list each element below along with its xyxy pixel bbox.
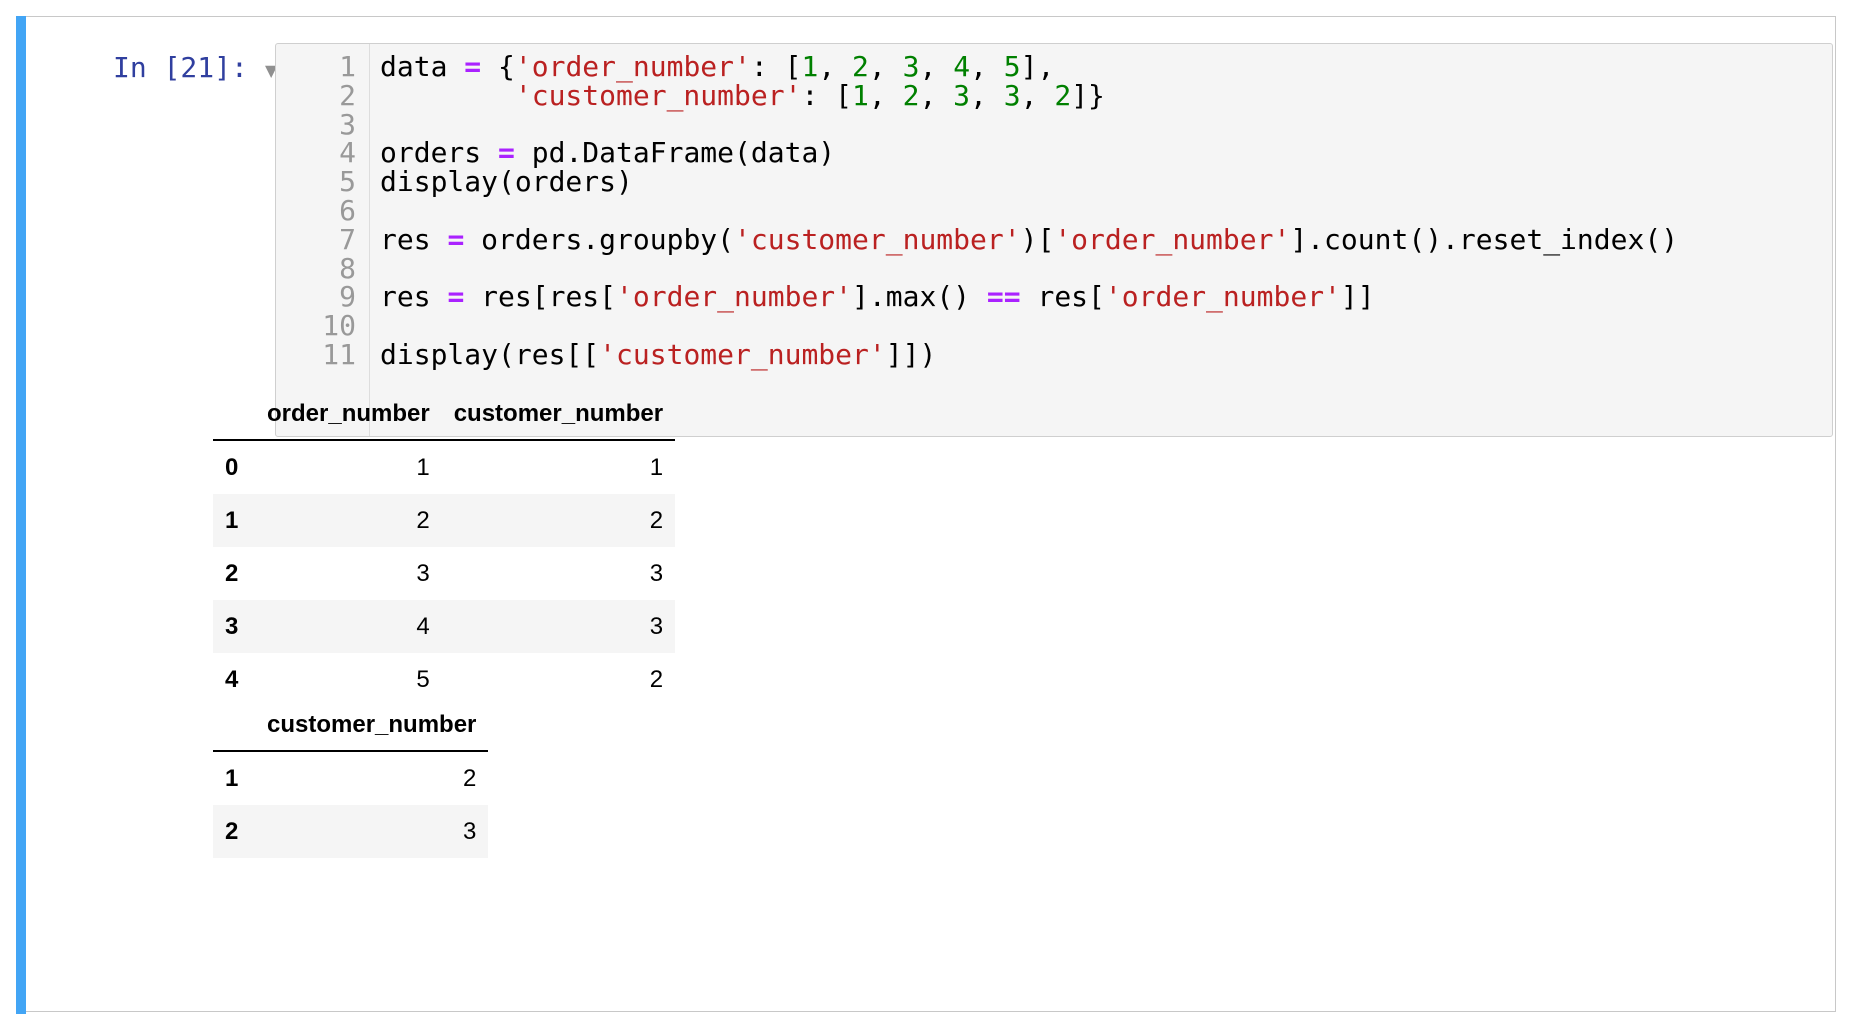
row-index: 3: [225, 612, 239, 640]
code-token: res[res[: [464, 280, 617, 314]
code-token: 'customer_number': [599, 338, 886, 371]
code-token: ].max(): [852, 280, 987, 314]
row-index: 0: [225, 453, 239, 481]
code-token: orders.groupby(: [464, 222, 735, 256]
code-token: : [: [801, 78, 853, 112]
code-token: ,: [919, 78, 954, 112]
column-header: order_number: [255, 389, 442, 441]
code-editor[interactable]: 1 data = {'order_number': [1, 2, 3, 4, 5]…: [275, 43, 1833, 437]
code-token: 'customer_number': [734, 222, 1021, 256]
code-token: 3: [1003, 78, 1021, 112]
code-token: )[: [1020, 222, 1055, 256]
code-token: ]]): [885, 338, 937, 371]
line-code: res = orders.groupby('customer_number')[…: [380, 223, 1678, 257]
code-token: ,: [1020, 78, 1055, 112]
table-cell: 2: [649, 506, 664, 534]
code-token: 'order_number': [1104, 280, 1341, 314]
code-token: ]]: [1340, 280, 1375, 314]
table-row: 3 4 3: [213, 600, 676, 653]
index-header: [213, 389, 255, 441]
row-index: 2: [225, 559, 239, 587]
code-token: 2: [902, 78, 920, 112]
code-token: display(res[[: [380, 338, 600, 371]
row-index: 1: [225, 506, 239, 534]
code-token: 2: [1054, 78, 1072, 112]
code-token: =: [447, 222, 465, 256]
table-cell: 4: [416, 612, 430, 640]
code-token: ].count().reset_index(): [1290, 222, 1679, 256]
table-row: 4 5 2: [213, 653, 675, 706]
output-dataframe-orders: order_number customer_number 011122233343…: [213, 389, 676, 706]
row-index: 4: [225, 665, 239, 693]
output-dataframe-result: customer_number 1223: [213, 700, 489, 858]
code-token: ]}: [1071, 78, 1105, 112]
line-code: display(orders): [380, 165, 633, 199]
cell-selection-indicator: [16, 16, 26, 1014]
code-token: ,: [868, 78, 903, 112]
code-token: ==: [986, 280, 1021, 314]
table-cell: 5: [416, 665, 430, 693]
table-row: 12: [213, 751, 488, 805]
table-cell: 3: [463, 817, 477, 845]
line-code: display(res[['customer_number']]): [380, 338, 936, 372]
table-row: 1 2 2: [213, 494, 676, 547]
table-cell: 3: [649, 559, 664, 587]
table-row: 23: [213, 805, 489, 858]
code-token: display(orders): [380, 165, 633, 199]
code-token: 1: [852, 78, 869, 112]
table-cell: 3: [416, 559, 430, 587]
line-code: res = res[res['order_number'].max() == r…: [380, 280, 1375, 314]
row-index: 2: [225, 817, 239, 845]
row-index: 1: [225, 764, 239, 792]
table-cell: 2: [416, 506, 430, 534]
code-token: ,: [970, 78, 1004, 112]
table-header-row: customer_number: [213, 700, 489, 752]
input-prompt: In [21]:: [113, 51, 248, 84]
table-cell: 1: [416, 453, 430, 481]
line-number: 11: [322, 338, 356, 371]
table-row: 2 3 3: [213, 547, 675, 600]
notebook-cell[interactable]: In [21]: ▼ 1 data = {'order_number': [1, …: [16, 16, 1836, 1014]
table-row: 0 1 1: [213, 440, 675, 494]
code-token: 3: [953, 78, 971, 112]
table-cell: 1: [649, 453, 664, 481]
code-token: res: [380, 222, 448, 256]
table-cell: 3: [649, 612, 664, 640]
index-header: [213, 700, 255, 752]
table-cell: 2: [463, 764, 477, 792]
code-token: =: [447, 280, 465, 314]
code-token: res: [380, 280, 448, 314]
code-token: 'order_number': [616, 280, 853, 314]
column-header: customer_number: [255, 700, 489, 752]
code-token: res[: [1020, 280, 1105, 314]
table-cell: 2: [649, 665, 664, 693]
table-header-row: order_number customer_number: [213, 389, 676, 441]
column-header: customer_number: [441, 389, 676, 441]
code-token: 'order_number': [1054, 222, 1291, 256]
line-code: 'customer_number': [1, 2, 3, 3, 2]}: [380, 79, 1105, 113]
code-token: 'customer_number': [514, 78, 802, 112]
